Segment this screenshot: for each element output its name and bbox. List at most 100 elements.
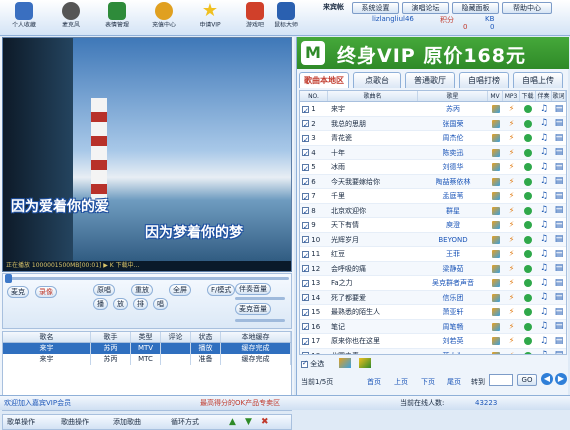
queue-col-comment[interactable]: 评论 — [161, 332, 191, 342]
song-checkbox[interactable] — [302, 176, 309, 188]
song-name[interactable]: 来宇 — [328, 102, 418, 116]
col-mv[interactable]: MV — [488, 91, 503, 101]
lyrics-icon[interactable]: ▤ — [555, 264, 564, 273]
vip-welcome-link[interactable]: 欢迎加入嘉宾VIP会员 — [4, 396, 71, 410]
song-checkbox[interactable] — [302, 104, 309, 116]
lyrics-icon[interactable]: ▤ — [555, 119, 564, 128]
lyrics-icon[interactable]: ▤ — [555, 206, 564, 215]
mp3-icon[interactable]: ⚡ — [508, 308, 516, 316]
tab-request-stage[interactable]: 点歌台 — [353, 72, 401, 88]
mp3-icon[interactable]: ⚡ — [508, 293, 516, 302]
song-row[interactable]: 12 会呼吸的痛梁静茹 ⚡ ♫ ▤ — [300, 261, 566, 276]
song-checkbox[interactable] — [302, 292, 309, 304]
song-name[interactable]: 今天我要嫁给你 — [328, 175, 418, 189]
song-singer[interactable]: 吴克群者声音 — [418, 276, 488, 290]
select-all-checkbox[interactable] — [301, 359, 308, 368]
tab-self-upload[interactable]: 自唱上传 — [513, 72, 563, 88]
song-row[interactable]: 11 红豆王菲 ⚡ ♫ ▤ — [300, 247, 566, 262]
song-singer[interactable]: 萧亚轩 — [418, 305, 488, 319]
song-singer[interactable]: 张国荣 — [418, 117, 488, 131]
go-button[interactable]: GO — [517, 374, 537, 386]
song-checkbox[interactable] — [302, 249, 309, 261]
queue-col-cache[interactable]: 本地缓存 — [221, 332, 291, 342]
lyrics-icon[interactable]: ▤ — [555, 278, 564, 288]
song-singer[interactable]: 陶喆蔡依林 — [418, 175, 488, 189]
song-singer[interactable]: 苏丙 — [418, 102, 488, 116]
lyrics-icon[interactable]: ▤ — [555, 162, 564, 172]
replay-toggle[interactable]: 重放 — [131, 284, 153, 296]
song-row[interactable]: 6 今天我要嫁给你陶喆蔡依林 ⚡ ♫ ▤ — [300, 174, 566, 189]
song-row[interactable]: 10 光辉岁月BEYOND ⚡ ♫ ▤ — [300, 232, 566, 247]
music-note-icon[interactable]: ♫ — [540, 133, 548, 143]
song-row[interactable]: 13 Fa之力吴克群者声音 ⚡ ♫ ▤ — [300, 276, 566, 291]
mp3-icon[interactable]: ⚡ — [508, 177, 516, 186]
music-note-icon[interactable]: ♫ — [540, 148, 548, 157]
song-checkbox[interactable] — [302, 191, 309, 203]
prev-page-link[interactable]: 上页 — [394, 377, 408, 387]
mv-icon[interactable] — [491, 163, 500, 171]
mv-icon[interactable] — [491, 264, 500, 273]
song-name[interactable]: Fa之力 — [328, 276, 418, 290]
last-page-link[interactable]: 尾页 — [447, 377, 461, 387]
song-singer[interactable]: 信乐团 — [418, 291, 488, 305]
song-checkbox[interactable] — [302, 336, 309, 348]
song-singer[interactable]: 周笔畅 — [418, 320, 488, 334]
mv-icon[interactable] — [491, 293, 500, 302]
song-checkbox[interactable] — [302, 220, 309, 232]
tab-local-songs[interactable]: 歌曲本地区 — [299, 72, 349, 88]
song-row[interactable]: 8 北京欢迎你群星 ⚡ ♫ ▤ — [300, 203, 566, 218]
mv-icon[interactable] — [491, 351, 500, 354]
mp3-icon[interactable]: ⚡ — [508, 148, 516, 157]
prev-arrow-icon[interactable]: ◀ — [541, 373, 553, 385]
song-name[interactable]: 会呼吸的痛 — [328, 262, 418, 276]
nav-vip[interactable]: ★ 申请VIP — [188, 1, 232, 34]
playlist-ops-button[interactable]: 歌单操作 — [7, 417, 35, 428]
nav-favorites[interactable]: 个人收藏 — [2, 1, 46, 34]
help-center-button[interactable]: 帮助中心 — [502, 2, 552, 14]
mp3-icon[interactable]: ⚡ — [508, 119, 516, 128]
download-icon[interactable] — [524, 206, 532, 215]
song-name[interactable]: 死了都要爱 — [328, 291, 418, 305]
song-singer[interactable]: 刘若英 — [418, 334, 488, 348]
download-icon[interactable] — [524, 308, 532, 316]
song-checkbox[interactable] — [302, 263, 309, 275]
song-row[interactable]: 4 十年陈奕迅 ⚡ ♫ ▤ — [300, 145, 566, 160]
mp3-icon[interactable]: ⚡ — [508, 235, 516, 244]
song-singer[interactable]: 陈奕迅 — [418, 146, 488, 160]
record-toggle[interactable]: 录像 — [35, 286, 57, 298]
next-arrow-icon[interactable]: ▶ — [555, 373, 567, 385]
lyrics-icon[interactable]: ▤ — [555, 191, 564, 201]
delete-icon[interactable]: ✖ — [261, 417, 269, 428]
download-icon[interactable] — [524, 279, 532, 287]
download-icon[interactable] — [524, 163, 532, 171]
mv-icon[interactable] — [491, 322, 500, 331]
add-selected-icon[interactable] — [339, 358, 351, 368]
subtab-rank[interactable]: 排 — [133, 298, 148, 310]
music-note-icon[interactable]: ♫ — [540, 191, 548, 201]
song-name[interactable]: 冰雨 — [328, 160, 418, 174]
mp3-icon[interactable]: ⚡ — [508, 322, 516, 331]
song-name[interactable]: 千里 — [328, 189, 418, 203]
song-checkbox[interactable] — [302, 205, 309, 217]
song-name[interactable]: 北国之春 — [328, 349, 418, 355]
nav-microphone[interactable]: 麦克风 — [49, 1, 93, 34]
download-icon[interactable] — [524, 235, 532, 244]
song-checkbox[interactable] — [302, 350, 309, 354]
download-icon[interactable] — [524, 134, 532, 142]
mp3-icon[interactable]: ⚡ — [508, 221, 516, 229]
mv-icon[interactable] — [491, 105, 500, 113]
mv-icon[interactable] — [491, 250, 500, 258]
download-icon[interactable] — [524, 264, 532, 273]
mp3-icon[interactable]: ⚡ — [508, 337, 516, 345]
queue-col-type[interactable]: 类型 — [131, 332, 161, 342]
mv-icon[interactable] — [491, 206, 500, 215]
song-row[interactable]: 18 北国之春蒋大为 ⚡ ♫ ▤ — [300, 348, 566, 355]
mv-icon[interactable] — [491, 177, 500, 186]
song-name[interactable]: 原来你也在这里 — [328, 334, 418, 348]
download-icon[interactable] — [524, 293, 532, 302]
col-song-name[interactable]: 歌曲名 — [328, 91, 418, 101]
mv-icon[interactable] — [491, 308, 500, 316]
vip-banner[interactable]: M 终身VIP 原价168元 — [297, 37, 569, 69]
col-download[interactable]: 下载 — [520, 91, 536, 101]
song-singer[interactable]: 蒋大为 — [418, 349, 488, 355]
